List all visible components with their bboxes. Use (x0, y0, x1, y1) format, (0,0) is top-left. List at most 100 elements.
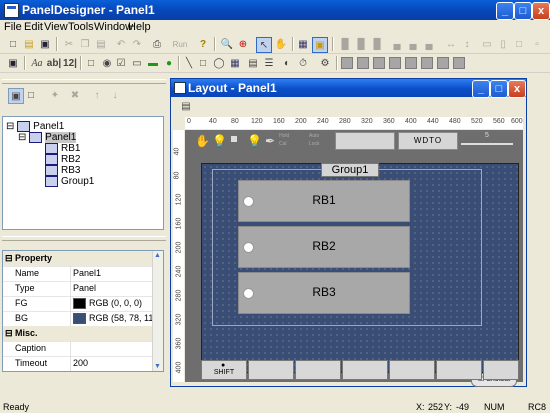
tree-item-rb3[interactable]: RB3 (45, 165, 80, 176)
table-icon[interactable]: ▤ (246, 56, 260, 70)
pointer-icon[interactable]: ↖ (256, 37, 272, 53)
layout-page-icon[interactable]: ▤ (179, 99, 193, 113)
green-led-icon[interactable]: ● (162, 56, 176, 70)
menu-edit[interactable]: Edit (24, 21, 43, 33)
panel-view-icon[interactable]: ▣ (8, 88, 24, 104)
align-top-icon[interactable]: ▄ (390, 37, 404, 51)
move-up-icon[interactable]: ↑ (90, 88, 104, 102)
lock-icon[interactable] (436, 56, 450, 70)
line-icon[interactable]: ╲ (182, 56, 196, 70)
same-width-icon[interactable]: ▭ (480, 37, 494, 51)
property-row-timeout[interactable]: Timeout 200 (3, 356, 153, 371)
page-view-icon[interactable]: □ (24, 88, 38, 102)
key-button[interactable] (342, 360, 388, 380)
copy-icon[interactable]: ❐ (78, 37, 92, 51)
ungroup-icon[interactable] (420, 56, 434, 70)
align-left-icon[interactable]: █ (338, 37, 352, 51)
edit-box-tool[interactable]: ab| (46, 56, 62, 70)
print-icon[interactable]: ⎙ (150, 37, 164, 51)
group-box-icon[interactable]: □ (84, 56, 98, 70)
bg-color-swatch[interactable] (73, 313, 86, 325)
list-icon[interactable]: ☰ (262, 56, 276, 70)
close-button[interactable]: x (532, 2, 550, 20)
meter-icon[interactable]: ◐ (280, 56, 294, 70)
tree-item-root[interactable]: ⊟ Panel1 (6, 121, 64, 132)
green-button-icon[interactable]: ▬ (146, 56, 160, 70)
zoom-out-icon[interactable]: ⊕ (236, 37, 250, 51)
space-vert-icon[interactable]: ↕ (460, 37, 474, 51)
menu-view[interactable]: View (44, 21, 68, 33)
tree-delete-icon[interactable]: ✖ (68, 88, 82, 102)
order-front-icon[interactable] (340, 56, 354, 70)
scroll-down-icon[interactable]: ▼ (154, 363, 161, 370)
label-tool[interactable]: Aa (28, 56, 46, 70)
same-height-icon[interactable]: ▯ (496, 37, 510, 51)
minimize-button[interactable]: _ (496, 2, 514, 20)
radio-button-rb2[interactable]: RB2 (238, 226, 410, 268)
paste-icon[interactable]: ▤ (94, 37, 108, 51)
layout-maximize-button[interactable]: □ (490, 80, 508, 98)
hand-icon[interactable]: ✋ (274, 37, 288, 51)
open-folder-icon[interactable]: ▤ (22, 37, 36, 51)
snap-icon[interactable]: ▣ (312, 37, 328, 53)
grid-icon[interactable]: ▦ (296, 37, 310, 51)
key-button[interactable] (295, 360, 341, 380)
tree-item-panel1[interactable]: ⊟ Panel1 (18, 132, 77, 144)
align-middle-icon[interactable]: ▄ (406, 37, 420, 51)
property-value[interactable]: Panel (73, 283, 96, 293)
panel-grip[interactable] (2, 236, 166, 241)
property-row-type[interactable]: Type Panel (3, 281, 153, 297)
cut-icon[interactable]: ✂ (62, 37, 76, 51)
undo-icon[interactable]: ↶ (114, 37, 128, 51)
shift-key-button[interactable]: ● SHIFT (201, 360, 247, 380)
property-category-misc[interactable]: ⊟ Misc. (3, 326, 153, 342)
group-icon[interactable] (404, 56, 418, 70)
panel-grip[interactable] (2, 79, 166, 84)
panel-board[interactable]: Group1 RB1 RB2 RB3 (201, 163, 519, 373)
zoom-icon[interactable]: 🔍 (220, 37, 234, 51)
new-file-icon[interactable]: □ (6, 37, 20, 51)
rectangle-icon[interactable]: □ (196, 56, 210, 70)
scroll-up-icon[interactable]: ▲ (154, 252, 161, 259)
radio-button-rb1[interactable]: RB1 (238, 180, 410, 222)
property-row-fg[interactable]: FG RGB (0, 0, 0) (3, 296, 153, 312)
key-button[interactable] (389, 360, 435, 380)
property-scrollbar[interactable]: ▲ ▼ (152, 251, 163, 371)
menu-help[interactable]: Help (128, 21, 151, 33)
help-icon[interactable]: ? (196, 37, 210, 51)
select-icon[interactable]: ▣ (6, 56, 20, 70)
property-value[interactable]: RGB (0, 0, 0) (73, 298, 142, 310)
button-icon[interactable]: ▭ (130, 56, 144, 70)
panel-blank-button[interactable] (335, 132, 395, 150)
layout-close-button[interactable]: x (508, 80, 526, 98)
menu-tools[interactable]: Tools (68, 21, 94, 33)
property-row-bg[interactable]: BG RGB (58, 78, 117) (3, 311, 161, 327)
space-horiz-icon[interactable]: ↔ (444, 37, 458, 51)
layout-minimize-button[interactable]: _ (472, 80, 490, 98)
order-backward-icon[interactable] (388, 56, 402, 70)
radio-button-icon[interactable]: ◉ (100, 56, 114, 70)
align-bottom-icon[interactable]: ▄ (422, 37, 436, 51)
center-icon[interactable]: ▫ (530, 37, 544, 51)
design-canvas[interactable]: ✋ 💡 💡 ✒ Hold Cal Auto Lock WDTO 5 Group1… (185, 130, 523, 387)
key-button[interactable] (436, 360, 482, 380)
knob-icon[interactable]: ⚙ (318, 56, 332, 70)
maximize-button[interactable]: □ (514, 2, 532, 20)
radio-button-rb3[interactable]: RB3 (238, 272, 410, 314)
property-value[interactable]: Panel1 (73, 268, 101, 278)
move-down-icon[interactable]: ↓ (108, 88, 122, 102)
app-title-bar[interactable]: PanelDesigner - Panel1 _ □ x (0, 0, 550, 20)
order-back-icon[interactable] (356, 56, 370, 70)
tree-item-rb2[interactable]: RB2 (45, 154, 80, 165)
ellipse-icon[interactable]: ◯ (212, 56, 226, 70)
key-button[interactable] (483, 360, 519, 380)
property-value[interactable]: 200 (73, 358, 88, 368)
save-icon[interactable]: ▣ (38, 37, 52, 51)
order-forward-icon[interactable] (372, 56, 386, 70)
timer-icon[interactable]: ⏱ (296, 56, 310, 70)
run-button[interactable]: Run (170, 37, 190, 51)
align-right-icon[interactable]: █ (370, 37, 384, 51)
property-row-caption[interactable]: Caption (3, 341, 153, 357)
key-button[interactable] (248, 360, 294, 380)
grid-table-icon[interactable]: ▦ (228, 56, 242, 70)
